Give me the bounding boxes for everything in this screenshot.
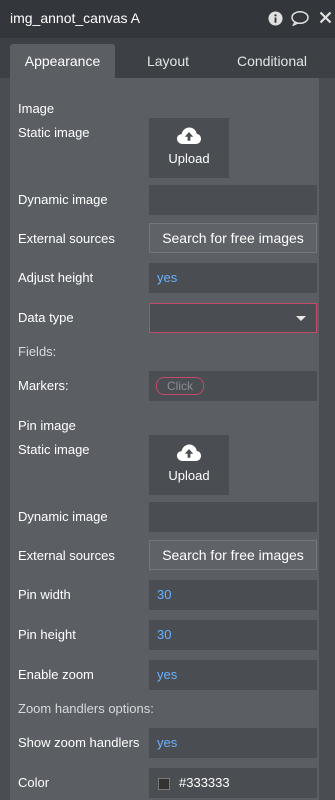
pin-height-field[interactable]: 30: [149, 620, 317, 650]
adjust-height-field[interactable]: yes: [149, 263, 317, 293]
zoom-handlers-section-title: Zoom handlers options:: [18, 701, 154, 716]
pin-upload-label: Upload: [168, 468, 210, 483]
pin-width-field[interactable]: 30: [149, 580, 317, 610]
cloud-upload-icon: [177, 127, 201, 144]
dynamic-image-label: Dynamic image: [18, 192, 108, 207]
title-bar: img_annot_canvas A: [0, 0, 335, 38]
markers-field[interactable]: Click: [149, 371, 317, 401]
tab-appearance[interactable]: Appearance: [10, 44, 115, 78]
scroll-gutter: [321, 78, 335, 800]
comment-icon[interactable]: [291, 10, 309, 31]
dynamic-image-field[interactable]: [149, 185, 317, 215]
color-label: Color: [18, 775, 50, 790]
tab-bar: Appearance Layout Conditional: [0, 38, 335, 78]
adjust-height-label: Adjust height: [18, 270, 94, 285]
enable-zoom-field[interactable]: yes: [149, 660, 317, 690]
pin-static-image-label: Static image: [18, 442, 90, 457]
tab-layout[interactable]: Layout: [118, 44, 218, 78]
color-swatch[interactable]: [158, 778, 170, 790]
close-icon[interactable]: [319, 11, 332, 29]
pin-dynamic-image-label: Dynamic image: [18, 509, 108, 524]
pin-dynamic-image-field[interactable]: [149, 502, 317, 532]
markers-label: Markers:: [18, 378, 69, 393]
color-value: #333333: [179, 775, 230, 790]
pin-external-sources-label: External sources: [18, 548, 115, 563]
pin-width-label: Pin width: [18, 587, 71, 602]
search-free-images-button[interactable]: Search for free images: [149, 223, 317, 253]
chevron-down-icon: [296, 316, 306, 321]
info-icon[interactable]: [268, 11, 283, 31]
fields-section-title: Fields:: [18, 344, 57, 359]
data-type-label: Data type: [18, 310, 74, 325]
window-title: img_annot_canvas A: [10, 10, 140, 26]
markers-placeholder[interactable]: Click: [156, 377, 204, 395]
pin-height-label: Pin height: [18, 627, 76, 642]
enable-zoom-label: Enable zoom: [18, 667, 94, 682]
color-field[interactable]: #333333: [149, 768, 317, 798]
tab-conditional[interactable]: Conditional: [222, 44, 322, 78]
pin-static-image-upload-button[interactable]: Upload: [149, 435, 229, 495]
pin-image-section-title: Pin image: [18, 418, 76, 433]
data-type-dropdown[interactable]: [149, 303, 317, 333]
show-zoom-handlers-label: Show zoom handlers: [18, 735, 140, 750]
show-zoom-handlers-field[interactable]: yes: [149, 728, 317, 758]
image-section-title: Image: [18, 101, 55, 116]
cloud-upload-icon: [177, 444, 201, 461]
upload-label: Upload: [168, 151, 210, 166]
external-sources-label: External sources: [18, 231, 115, 246]
pin-search-free-images-button[interactable]: Search for free images: [149, 540, 317, 570]
static-image-label: Static image: [18, 125, 90, 140]
static-image-upload-button[interactable]: Upload: [149, 118, 229, 178]
